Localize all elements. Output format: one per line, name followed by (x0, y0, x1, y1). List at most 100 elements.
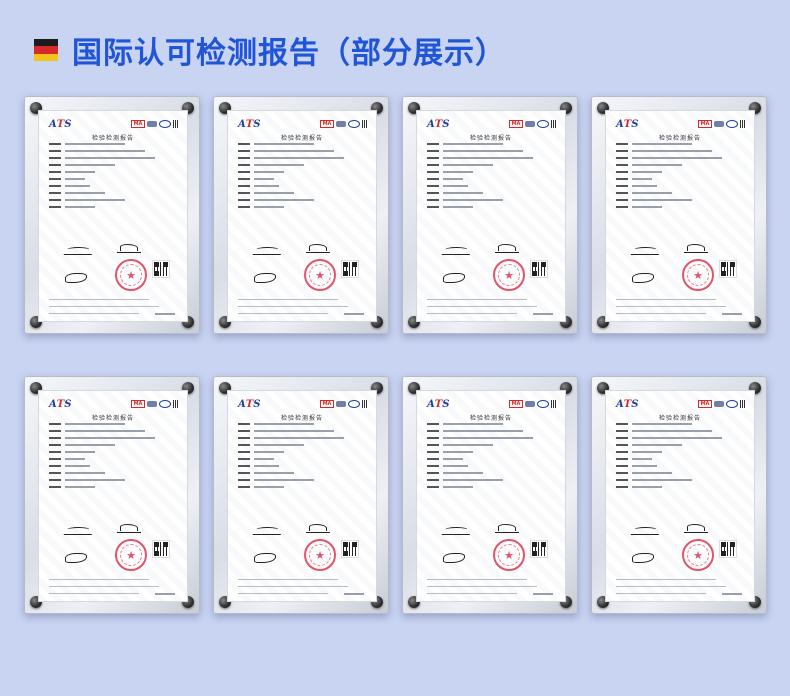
official-stamp-icon: ★ (682, 539, 714, 571)
qr-code-icon (152, 260, 170, 278)
certificate-logos: ATS MA (616, 117, 746, 131)
barcode-icon (551, 120, 557, 128)
page-header: 国际认可检测报告（部分展示） (34, 28, 506, 72)
certificate-frame[interactable]: ATS MA 检验检测报告 ★ (591, 376, 767, 614)
certificate-frame[interactable]: ATS MA 检验检测报告 ★ (24, 96, 200, 334)
certificate-frame[interactable]: ATS MA 检验检测报告 ★ (402, 96, 578, 334)
page-number (344, 593, 364, 595)
signature-icon (630, 525, 662, 535)
certificate-frame[interactable]: ATS MA 检验检测报告 ★ (213, 96, 389, 334)
certificate-grid: ATS MA 检验检测报告 ★ ATS MA 检验检测报告 ★ ATS MA 检… (24, 96, 767, 614)
qr-code-icon (341, 540, 359, 558)
ats-logo: ATS (616, 118, 639, 130)
signature-icon (252, 525, 284, 535)
report-footnotes (238, 299, 366, 320)
cnas-logo-icon (537, 400, 549, 408)
report-footnotes (427, 299, 555, 320)
report-footnotes (238, 579, 366, 600)
signature-icon (495, 243, 519, 253)
cnas-logo-icon (726, 120, 738, 128)
ma-logo-icon: MA (320, 120, 334, 128)
cnas-logo-icon (726, 400, 738, 408)
ats-logo: ATS (616, 398, 639, 410)
report-fields (427, 423, 555, 493)
signature-icon (65, 271, 87, 283)
signature-icon (252, 245, 284, 255)
official-stamp-icon: ★ (304, 539, 336, 571)
report-fields (49, 143, 177, 213)
signature-icon (495, 523, 519, 533)
ilac-logo-icon (714, 121, 724, 127)
signature-icon (443, 551, 465, 563)
barcode-icon (740, 120, 746, 128)
official-stamp-icon: ★ (115, 539, 147, 571)
certificate-logos: ATS MA (427, 397, 557, 411)
certificate-paper: ATS MA 检验检测报告 ★ (416, 390, 566, 602)
report-title: 检验检测报告 (658, 135, 701, 142)
ats-logo: ATS (238, 398, 261, 410)
official-stamp-icon: ★ (493, 539, 525, 571)
report-footnotes (427, 579, 555, 600)
ats-logo: ATS (238, 118, 261, 130)
signature-icon (441, 245, 473, 255)
report-title: 检验检测报告 (280, 415, 323, 422)
signature-icon (254, 551, 276, 563)
ma-logo-icon: MA (509, 400, 523, 408)
ilac-logo-icon (336, 401, 346, 407)
qr-code-icon (719, 260, 737, 278)
flag-stripe-gold (34, 53, 58, 61)
certificate-frame[interactable]: ATS MA 检验检测报告 ★ (402, 376, 578, 614)
ats-logo: ATS (49, 398, 72, 410)
certificate-logos: ATS MA (238, 397, 368, 411)
ma-logo-icon: MA (509, 120, 523, 128)
ats-logo: ATS (427, 118, 450, 130)
flag-stripe-red (34, 46, 58, 54)
cnas-logo-icon (348, 400, 360, 408)
ats-logo: ATS (427, 398, 450, 410)
page-number (533, 313, 553, 315)
ilac-logo-icon (147, 401, 157, 407)
signature-icon (632, 271, 654, 283)
report-title: 检验检测报告 (91, 415, 134, 422)
signature-icon (65, 551, 87, 563)
ma-logo-icon: MA (131, 400, 145, 408)
signature-icon (443, 271, 465, 283)
report-footnotes (49, 299, 177, 320)
report-footnotes (49, 579, 177, 600)
ilac-logo-icon (525, 401, 535, 407)
certificate-logos: ATS MA (238, 117, 368, 131)
cnas-logo-icon (159, 120, 171, 128)
cnas-logo-icon (348, 120, 360, 128)
certificate-frame[interactable]: ATS MA 检验检测报告 ★ (213, 376, 389, 614)
cnas-logo-icon (159, 400, 171, 408)
page-number (722, 313, 742, 315)
certificate-frame[interactable]: ATS MA 检验检测报告 ★ (24, 376, 200, 614)
ma-logo-icon: MA (320, 400, 334, 408)
page-number (533, 593, 553, 595)
certificate-paper: ATS MA 检验检测报告 ★ (38, 110, 188, 322)
official-stamp-icon: ★ (304, 259, 336, 291)
report-footnotes (616, 299, 744, 320)
qr-code-icon (719, 540, 737, 558)
cnas-logo-icon (537, 120, 549, 128)
page-number (344, 313, 364, 315)
ma-logo-icon: MA (698, 400, 712, 408)
report-footnotes (616, 579, 744, 600)
certificate-logos: ATS MA (49, 117, 179, 131)
official-stamp-icon: ★ (493, 259, 525, 291)
signature-icon (254, 271, 276, 283)
certificate-frame[interactable]: ATS MA 检验检测报告 ★ (591, 96, 767, 334)
certificate-paper: ATS MA 检验检测报告 ★ (38, 390, 188, 602)
official-stamp-icon: ★ (115, 259, 147, 291)
qr-code-icon (530, 540, 548, 558)
barcode-icon (173, 120, 179, 128)
page-number (722, 593, 742, 595)
signature-icon (306, 523, 330, 533)
certificate-logos: ATS MA (49, 397, 179, 411)
signature-icon (630, 245, 662, 255)
barcode-icon (173, 400, 179, 408)
report-title: 检验检测报告 (658, 415, 701, 422)
signature-icon (684, 523, 708, 533)
certificate-paper: ATS MA 检验检测报告 ★ (605, 390, 755, 602)
certificate-paper: ATS MA 检验检测报告 ★ (227, 390, 377, 602)
